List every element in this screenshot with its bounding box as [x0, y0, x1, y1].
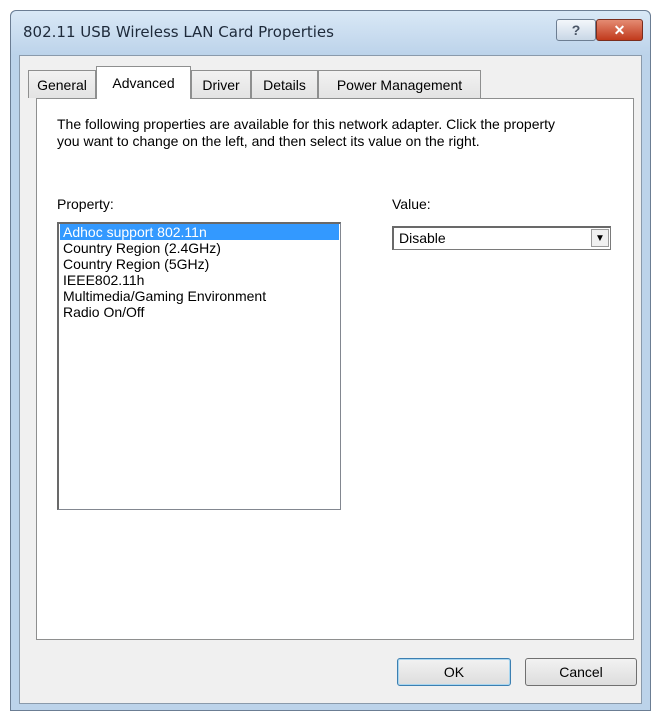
value-dropdown-text: Disable	[399, 230, 446, 246]
help-icon: ?	[571, 22, 581, 38]
property-item-country-region-5[interactable]: Country Region (5GHz)	[60, 256, 339, 272]
close-button[interactable]: ✕	[596, 19, 643, 41]
tab-driver[interactable]: Driver	[191, 70, 251, 98]
property-label: Property:	[57, 196, 114, 212]
cancel-button[interactable]: Cancel	[525, 658, 637, 686]
value-label: Value:	[392, 196, 431, 212]
property-item-adhoc-support[interactable]: Adhoc support 802.11n	[60, 224, 339, 240]
properties-dialog: 802.11 USB Wireless LAN Card Properties …	[10, 10, 651, 711]
ok-button[interactable]: OK	[397, 658, 511, 686]
dialog-client-area: General Advanced Driver Details Power Ma…	[19, 55, 642, 704]
tab-general[interactable]: General	[28, 70, 96, 98]
property-item-radio-on-off[interactable]: Radio On/Off	[60, 304, 339, 320]
tab-advanced[interactable]: Advanced	[96, 66, 191, 99]
property-list[interactable]: Adhoc support 802.11n Country Region (2.…	[57, 222, 341, 510]
value-dropdown[interactable]: Disable ▼	[392, 226, 611, 250]
close-icon: ✕	[613, 21, 626, 38]
tab-power-management[interactable]: Power Management	[318, 70, 481, 98]
property-item-country-region-24[interactable]: Country Region (2.4GHz)	[60, 240, 339, 256]
title-bar[interactable]: 802.11 USB Wireless LAN Card Properties …	[11, 11, 650, 55]
description-text: The following properties are available f…	[57, 116, 556, 149]
window-title: 802.11 USB Wireless LAN Card Properties	[23, 23, 334, 41]
chevron-down-icon[interactable]: ▼	[591, 229, 609, 247]
tab-details[interactable]: Details	[251, 70, 318, 98]
property-item-multimedia-gaming[interactable]: Multimedia/Gaming Environment	[60, 288, 339, 304]
help-button[interactable]: ?	[556, 19, 596, 41]
property-item-ieee80211h[interactable]: IEEE802.11h	[60, 272, 339, 288]
advanced-tab-panel: The following properties are available f…	[36, 98, 634, 640]
